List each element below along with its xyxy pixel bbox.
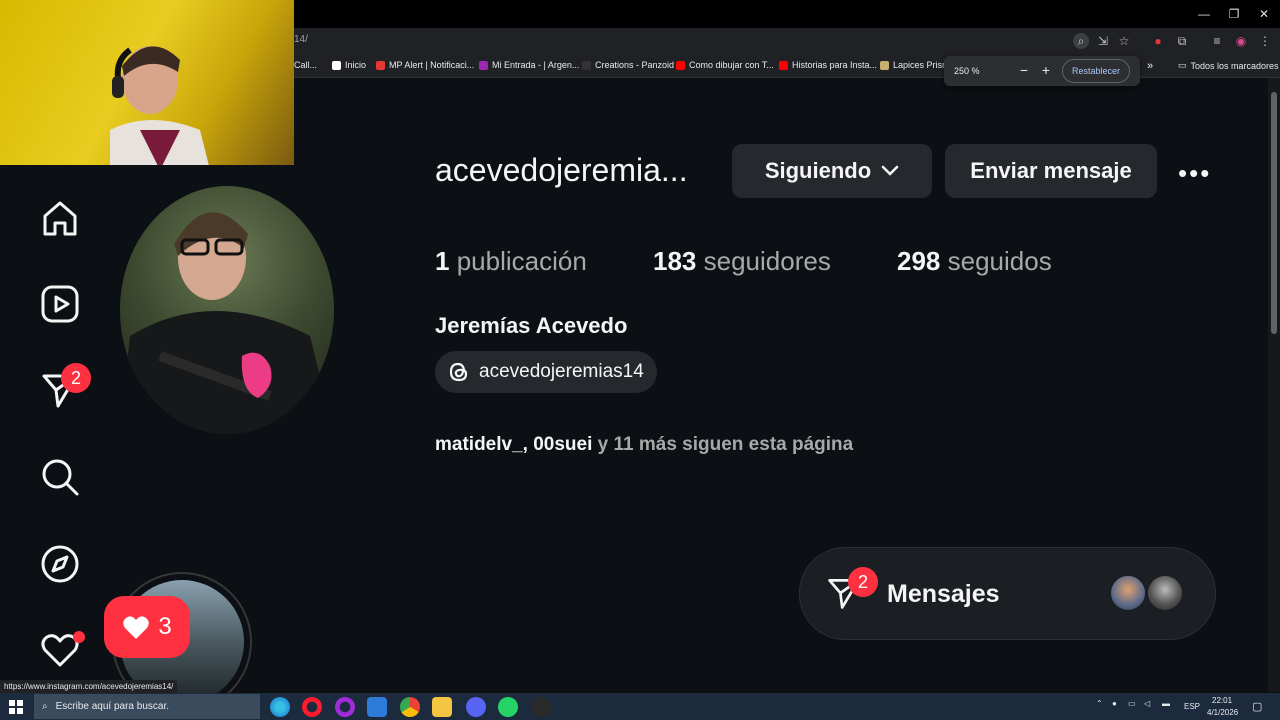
threads-link[interactable]: acevedojeremias14: [435, 351, 657, 393]
youtube-icon: [779, 60, 788, 70]
opera-extension-icon[interactable]: ●: [1150, 33, 1166, 49]
webcam-overlay: [0, 0, 294, 165]
message-avatar: [1146, 574, 1184, 612]
bookmark-item[interactable]: Como dibujar con T...: [676, 60, 774, 70]
threads-handle: acevedojeremias14: [479, 361, 644, 382]
messages-badge: 2: [848, 567, 878, 597]
zoom-in-button[interactable]: +: [1039, 62, 1053, 78]
battery-icon[interactable]: ▬: [1162, 699, 1170, 708]
folder-icon: ▭: [1178, 60, 1187, 70]
following-stat[interactable]: 298 seguidos: [897, 246, 1052, 277]
bookmark-item[interactable]: Call...: [294, 60, 317, 70]
clock-time[interactable]: 22:01: [1212, 696, 1232, 705]
bookmark-item[interactable]: Mi Entrada - | Argen...: [479, 60, 579, 70]
message-avatar: [1109, 574, 1147, 612]
webcam-person: [110, 46, 209, 165]
network-icon[interactable]: ▭: [1128, 699, 1136, 708]
bookmark-item[interactable]: MP Alert | Notificaci...: [376, 60, 474, 70]
windows-start-icon[interactable]: [9, 700, 23, 719]
reels-icon[interactable]: [38, 282, 82, 326]
discord-icon[interactable]: [466, 697, 486, 717]
store-icon[interactable]: [367, 697, 387, 717]
more-bookmarks-button[interactable]: »: [1147, 60, 1153, 72]
panzoid-icon: [582, 60, 591, 70]
obs-icon[interactable]: [531, 697, 551, 717]
home-icon[interactable]: [38, 196, 82, 240]
scrollbar-thumb[interactable]: [1271, 92, 1277, 334]
chrome-icon[interactable]: [400, 697, 420, 717]
heart-icon: [123, 616, 150, 639]
microphone-icon[interactable]: ●: [1112, 699, 1117, 708]
minimize-icon[interactable]: —: [1188, 0, 1220, 28]
following-button[interactable]: Siguiendo: [732, 144, 932, 198]
edge-icon[interactable]: [270, 697, 290, 717]
opera-icon[interactable]: [302, 697, 322, 717]
zoom-icon[interactable]: ⌕: [1073, 33, 1089, 49]
following-button-label: Siguiendo: [764, 158, 872, 183]
zoom-out-button[interactable]: −: [1017, 62, 1031, 78]
likes-count: 3: [158, 613, 172, 640]
profile-full-name: Jeremías Acevedo: [435, 313, 628, 338]
more-options-button[interactable]: •••: [1178, 158, 1211, 189]
threads-icon: [449, 362, 468, 382]
all-bookmarks[interactable]: ▭ Todos los marcadores: [1178, 60, 1279, 71]
install-icon[interactable]: ⇲: [1095, 33, 1111, 49]
taskbar-search[interactable]: ⌕ Escribe aquí para buscar.: [34, 694, 260, 719]
youtube-icon: [676, 60, 685, 70]
extensions-icon[interactable]: ⧉: [1174, 33, 1190, 49]
url-text[interactable]: 14/: [294, 34, 308, 45]
close-icon[interactable]: ✕: [1248, 0, 1280, 28]
profile-username: acevedojeremia...: [435, 152, 688, 188]
taskbar-search-placeholder: Escribe aquí para buscar.: [55, 701, 170, 712]
likes-notification-pill[interactable]: 3: [104, 596, 190, 658]
nav-notification-badge: 2: [61, 363, 91, 393]
followers-stat[interactable]: 183 seguidores: [653, 246, 831, 277]
explore-icon[interactable]: [38, 542, 82, 586]
bookmark-item[interactable]: Inicio: [332, 60, 366, 70]
whatsapp-icon[interactable]: [498, 697, 518, 717]
profile-icon[interactable]: ◉: [1233, 33, 1249, 49]
status-url: https://www.instagram.com/acevedojeremia…: [0, 680, 178, 693]
notification-dot: [73, 631, 85, 643]
clock-date[interactable]: 4/1/2026: [1207, 708, 1238, 717]
followed-by[interactable]: matidelv_, 00suei y 11 más siguen esta p…: [435, 434, 853, 456]
star-icon[interactable]: ☆: [1116, 33, 1132, 49]
restore-icon[interactable]: ❐: [1218, 0, 1250, 28]
bookmark-item[interactable]: Creations - Panzoid: [582, 60, 674, 70]
media-icon[interactable]: ≡: [1209, 33, 1225, 49]
mp-alert-icon: [376, 60, 385, 70]
send-message-label: Enviar mensaje: [970, 158, 1132, 183]
search-icon[interactable]: [38, 455, 82, 499]
lapices-icon: [880, 60, 889, 70]
zoom-reset-button[interactable]: Restablecer: [1062, 59, 1130, 83]
send-message-button[interactable]: Enviar mensaje: [945, 144, 1157, 198]
messages-label: Mensajes: [887, 580, 1000, 608]
language-indicator[interactable]: ESP: [1184, 702, 1200, 711]
volume-icon[interactable]: ◁: [1144, 699, 1150, 708]
screen: — ❐ ✕ 14/ ⌕ ⇲ ☆ ● ⧉ ≡ ◉ ⋮ Call... Inicio…: [0, 0, 1280, 720]
chevron-down-icon: [881, 165, 899, 176]
zoom-level: 250 %: [954, 66, 980, 76]
notification-center-icon[interactable]: ▢: [1252, 700, 1262, 713]
mi-entrada-icon: [479, 60, 488, 70]
opera-gx-icon[interactable]: [335, 697, 355, 717]
x-icon: [332, 60, 341, 70]
search-icon: ⌕: [42, 701, 48, 712]
tray-chevron-icon[interactable]: ⌃: [1096, 699, 1103, 708]
menu-icon[interactable]: ⋮: [1257, 33, 1273, 49]
bookmark-item[interactable]: Historias para Insta...: [779, 60, 877, 70]
posts-stat: 1 publicación: [435, 246, 587, 276]
profile-avatar[interactable]: [120, 186, 334, 434]
file-explorer-icon[interactable]: [432, 697, 452, 717]
